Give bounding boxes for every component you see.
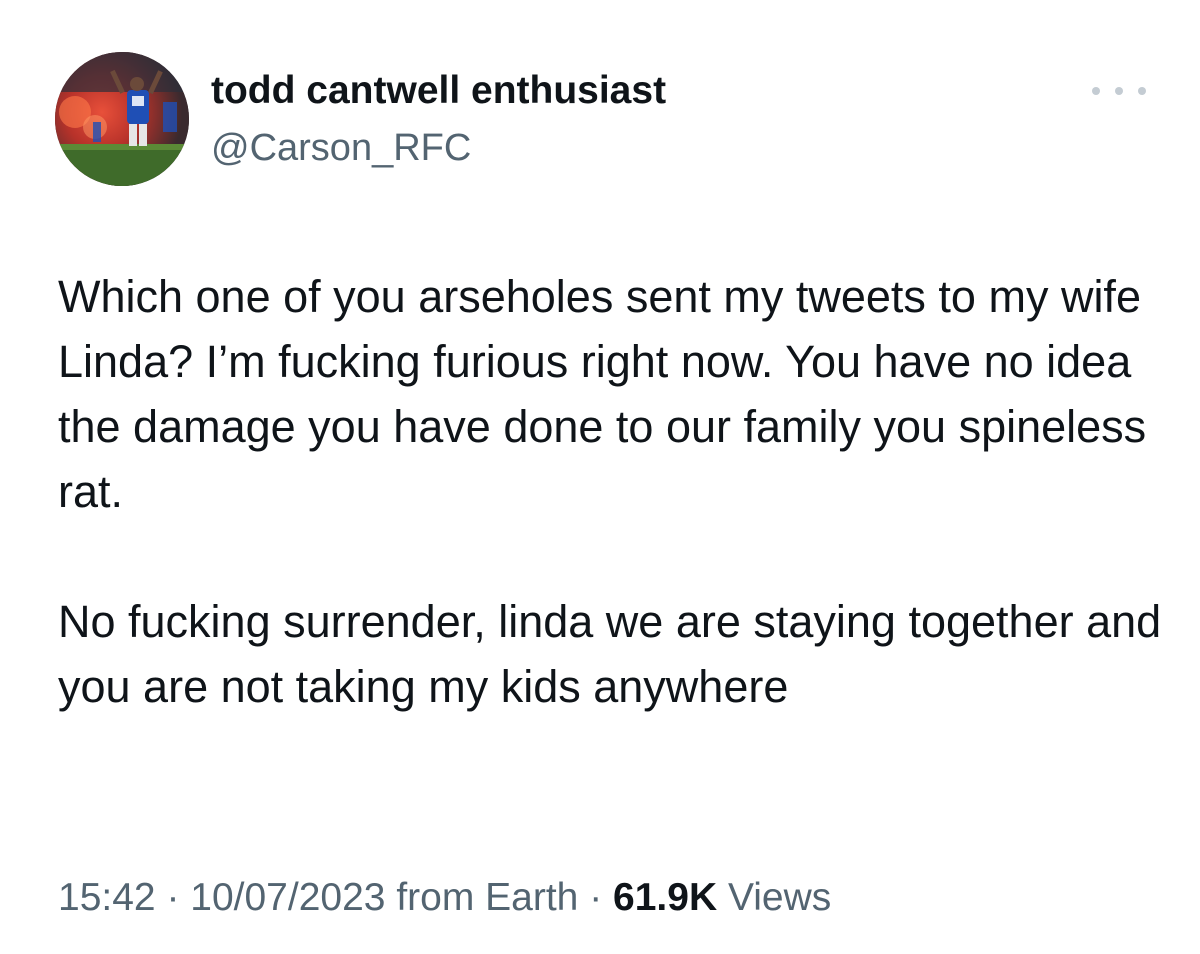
more-horizontal-icon xyxy=(1138,87,1146,95)
tweet-card: todd cantwell enthusiast @Carson_RFC Whi… xyxy=(0,0,1200,954)
tweet-meta: 15:42 · 10/07/2023 from Earth · 61.9K Vi… xyxy=(58,874,831,922)
views-label: Views xyxy=(717,876,832,919)
more-options-button[interactable] xyxy=(1092,78,1146,104)
tweet-time[interactable]: 15:42 xyxy=(58,876,156,919)
avatar[interactable] xyxy=(55,52,189,186)
meta-separator: · xyxy=(155,876,191,919)
tweet-paragraph: No fucking surrender, linda we are stayi… xyxy=(58,596,1162,712)
tweet-text: Which one of you arseholes sent my tweet… xyxy=(58,264,1168,719)
meta-separator: · xyxy=(578,876,614,919)
profile-photo-icon xyxy=(55,52,189,186)
tweet-source: from Earth xyxy=(385,876,579,919)
more-horizontal-icon xyxy=(1115,87,1123,95)
tweet-date[interactable]: 10/07/2023 xyxy=(190,876,385,919)
display-name[interactable]: todd cantwell enthusiast xyxy=(211,68,666,114)
more-horizontal-icon xyxy=(1092,87,1100,95)
user-handle[interactable]: @Carson_RFC xyxy=(211,125,471,171)
tweet-paragraph: Which one of you arseholes sent my tweet… xyxy=(58,271,1147,517)
views-count[interactable]: 61.9K xyxy=(613,876,717,919)
